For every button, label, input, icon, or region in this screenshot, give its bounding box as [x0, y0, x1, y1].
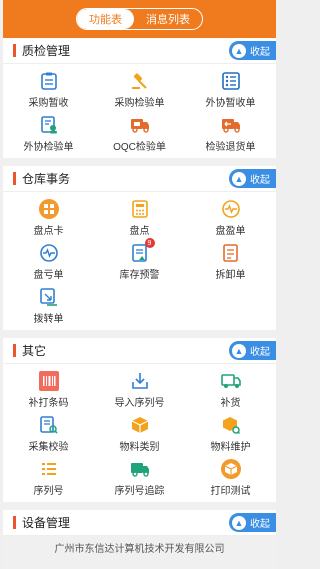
menu-item-transfer[interactable]: 拨转单 — [3, 284, 94, 328]
menu-item-loss[interactable]: 盘亏单 — [3, 240, 94, 284]
menu-item-import-serial[interactable]: 导入序列号 — [94, 368, 185, 412]
menu-item-outsource-receipt[interactable]: 外协暂收单 — [185, 68, 276, 112]
wave-icon — [39, 243, 59, 263]
notification-badge: 9 — [144, 238, 155, 248]
alert-doc-icon: 9 — [130, 238, 155, 263]
track-truck-icon — [130, 459, 150, 479]
section-title: 其它 — [22, 344, 47, 358]
menu-item-serial-tracking[interactable]: 序列号追踪 — [94, 456, 185, 500]
section-header: 质检管理 ▲ 收起 — [3, 38, 276, 64]
collapse-button[interactable]: ▲ 收起 — [229, 41, 276, 60]
menu-item-collect-verify[interactable]: 采集校验 — [3, 412, 94, 456]
print-box-icon — [220, 459, 241, 479]
split-icon — [221, 243, 241, 263]
return-truck-icon — [221, 115, 241, 135]
menu-item-restock[interactable]: 补货 — [185, 368, 276, 412]
box-icon — [130, 415, 150, 435]
gavel-icon — [130, 71, 150, 91]
menu-item-reprint-barcode[interactable]: 补打条码 — [3, 368, 94, 412]
chevron-up-icon: ▲ — [232, 515, 246, 530]
collapse-button[interactable]: ▲ 收起 — [229, 513, 276, 532]
menu-item-serial-number[interactable]: 序列号 — [3, 456, 94, 500]
calculator-icon — [130, 199, 150, 219]
tab-switcher: 功能表 消息列表 — [76, 8, 203, 30]
menu-item-stock-alert[interactable]: 9 库存预警 — [94, 238, 185, 284]
barcode-icon — [38, 371, 59, 391]
chevron-up-icon: ▲ — [232, 43, 246, 58]
menu-item-surplus[interactable]: 盘盈单 — [185, 196, 276, 240]
section-equipment: 设备管理 ▲ 收起 — [3, 510, 276, 536]
checklist-icon — [221, 71, 241, 91]
restock-truck-icon — [220, 371, 241, 391]
section-other: 其它 ▲ 收起 补打条码 导入序列号 补货 采集校验 物料类别 物料维护 序列号… — [3, 338, 276, 502]
menu-item-purchase-receipt[interactable]: 采购暂收 — [3, 68, 94, 112]
menu-item-oqc-inspection[interactable]: OQC检验单 — [94, 112, 185, 156]
box-search-icon — [221, 415, 241, 435]
section-title: 质检管理 — [22, 44, 71, 58]
tab-messages[interactable]: 消息列表 — [134, 9, 202, 29]
collapse-button[interactable]: ▲ 收起 — [229, 341, 276, 360]
chevron-up-icon: ▲ — [232, 343, 246, 358]
section-title: 仓库事务 — [22, 172, 71, 186]
tab-functions[interactable]: 功能表 — [77, 9, 134, 29]
menu-item-material-category[interactable]: 物料类别 — [94, 412, 185, 456]
list-icon — [39, 459, 59, 479]
menu-item-count-card[interactable]: 盘点卡 — [3, 196, 94, 240]
app-frame: 功能表 消息列表 质检管理 ▲ 收起 采购暂收 采购检验单 外协暂收单 外协检验… — [3, 0, 276, 569]
section-header: 设备管理 ▲ 收起 — [3, 510, 276, 536]
import-icon — [130, 371, 150, 391]
transfer-icon — [39, 287, 59, 307]
menu-item-disassembly[interactable]: 拆卸单 — [185, 240, 276, 284]
clipboard-icon — [39, 71, 59, 91]
section-warehouse: 仓库事务 ▲ 收起 盘点卡 盘点 盘盈单 盘亏单 9 库存预警 拆卸单 拨转单 — [3, 166, 276, 330]
section-header: 仓库事务 ▲ 收起 — [3, 166, 276, 192]
top-bar: 功能表 消息列表 — [3, 0, 276, 38]
company-footer: 广州市东信达计算机技术开发有限公司 — [54, 544, 225, 555]
menu-item-material-maintenance[interactable]: 物料维护 — [185, 412, 276, 456]
truck-icon — [130, 115, 150, 135]
section-title: 设备管理 — [22, 516, 71, 530]
doc-user-icon — [39, 115, 59, 135]
pulse-icon — [221, 199, 241, 219]
section-header: 其它 ▲ 收起 — [3, 338, 276, 364]
scan-doc-icon — [39, 415, 59, 435]
grid-circle-icon — [38, 199, 59, 219]
menu-item-print-test[interactable]: 打印测试 — [185, 456, 276, 500]
menu-item-inspection-return[interactable]: 检验退货单 — [185, 112, 276, 156]
menu-item-outsource-inspection[interactable]: 外协检验单 — [3, 112, 94, 156]
menu-item-count[interactable]: 盘点 — [94, 196, 185, 240]
chevron-up-icon: ▲ — [232, 171, 246, 186]
menu-item-purchase-inspection[interactable]: 采购检验单 — [94, 68, 185, 112]
section-quality: 质检管理 ▲ 收起 采购暂收 采购检验单 外协暂收单 外协检验单 OQC检验单 … — [3, 38, 276, 158]
collapse-button[interactable]: ▲ 收起 — [229, 169, 276, 188]
